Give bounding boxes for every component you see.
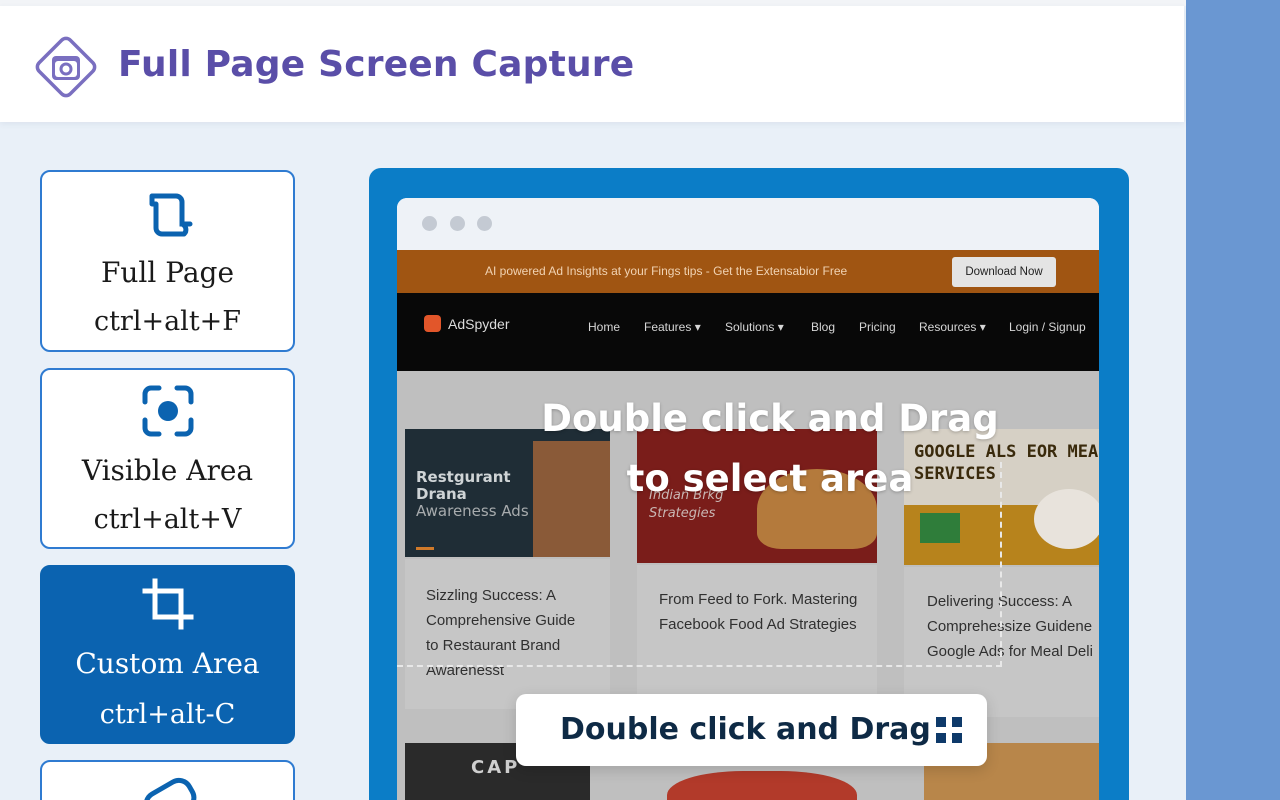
drag-hint-pill: Double click and Drag	[516, 694, 987, 766]
visible-area-shortcut: ctrl+alt+V	[93, 504, 242, 535]
crop-icon	[142, 578, 193, 630]
camera-logo-icon	[35, 36, 97, 98]
overlay-instruction-line1: Double click and Drag	[541, 397, 999, 440]
nav-blog[interactable]: Blog	[811, 320, 835, 334]
window-dot	[477, 216, 492, 231]
nav-resources[interactable]: Resources ▾	[919, 320, 986, 334]
site-navbar: AdSpyder Home Features ▾ Solutions ▾ Blo…	[397, 293, 1099, 371]
promo-banner: AI powered Ad Insights at your Fings tip…	[397, 250, 1099, 293]
full-page-button[interactable]: Full Page ctrl+alt+F	[40, 170, 295, 352]
full-page-label: Full Page	[100, 256, 235, 289]
visible-area-button[interactable]: Visible Area ctrl+alt+V	[40, 368, 295, 549]
visible-area-label: Visible Area	[81, 454, 254, 487]
download-now-button[interactable]: Download Now	[952, 257, 1056, 287]
window-dot	[450, 216, 465, 231]
overlay-instruction-line2: to select area	[626, 457, 914, 500]
custom-area-shortcut: ctrl+alt-C	[99, 699, 236, 730]
full-page-icon	[149, 193, 192, 237]
visible-area-icon	[142, 385, 193, 437]
nav-solutions[interactable]: Solutions ▾	[725, 320, 784, 334]
adspyder-logo-icon	[424, 315, 441, 332]
promo-text: AI powered Ad Insights at your Fings tip…	[485, 264, 848, 278]
burger-image	[667, 771, 857, 800]
drag-hint-text: Double click and Drag	[560, 712, 931, 747]
custom-area-button[interactable]: Custom Area ctrl+alt-C	[40, 565, 295, 744]
plate-image	[1034, 489, 1099, 549]
thumb-title: CAP	[471, 757, 521, 778]
app-title: Full Page Screen Capture	[118, 44, 635, 85]
nav-pricing[interactable]: Pricing	[859, 320, 896, 334]
nav-home[interactable]: Home	[588, 320, 620, 334]
extra-tool-button[interactable]	[40, 760, 295, 800]
selection-handle-icon	[936, 717, 962, 743]
window-dot	[422, 216, 437, 231]
brand-name: AdSpyder	[448, 316, 510, 332]
full-page-shortcut: ctrl+alt+F	[93, 306, 242, 337]
right-background-strip	[1186, 0, 1280, 800]
browser-titlebar	[397, 198, 1099, 250]
nav-features[interactable]: Features ▾	[644, 320, 701, 334]
custom-area-label: Custom Area	[75, 647, 260, 680]
app-header: Full Page Screen Capture	[0, 6, 1184, 122]
eraser-icon	[143, 777, 197, 800]
nav-login-signup[interactable]: Login / Signup	[1009, 320, 1086, 334]
